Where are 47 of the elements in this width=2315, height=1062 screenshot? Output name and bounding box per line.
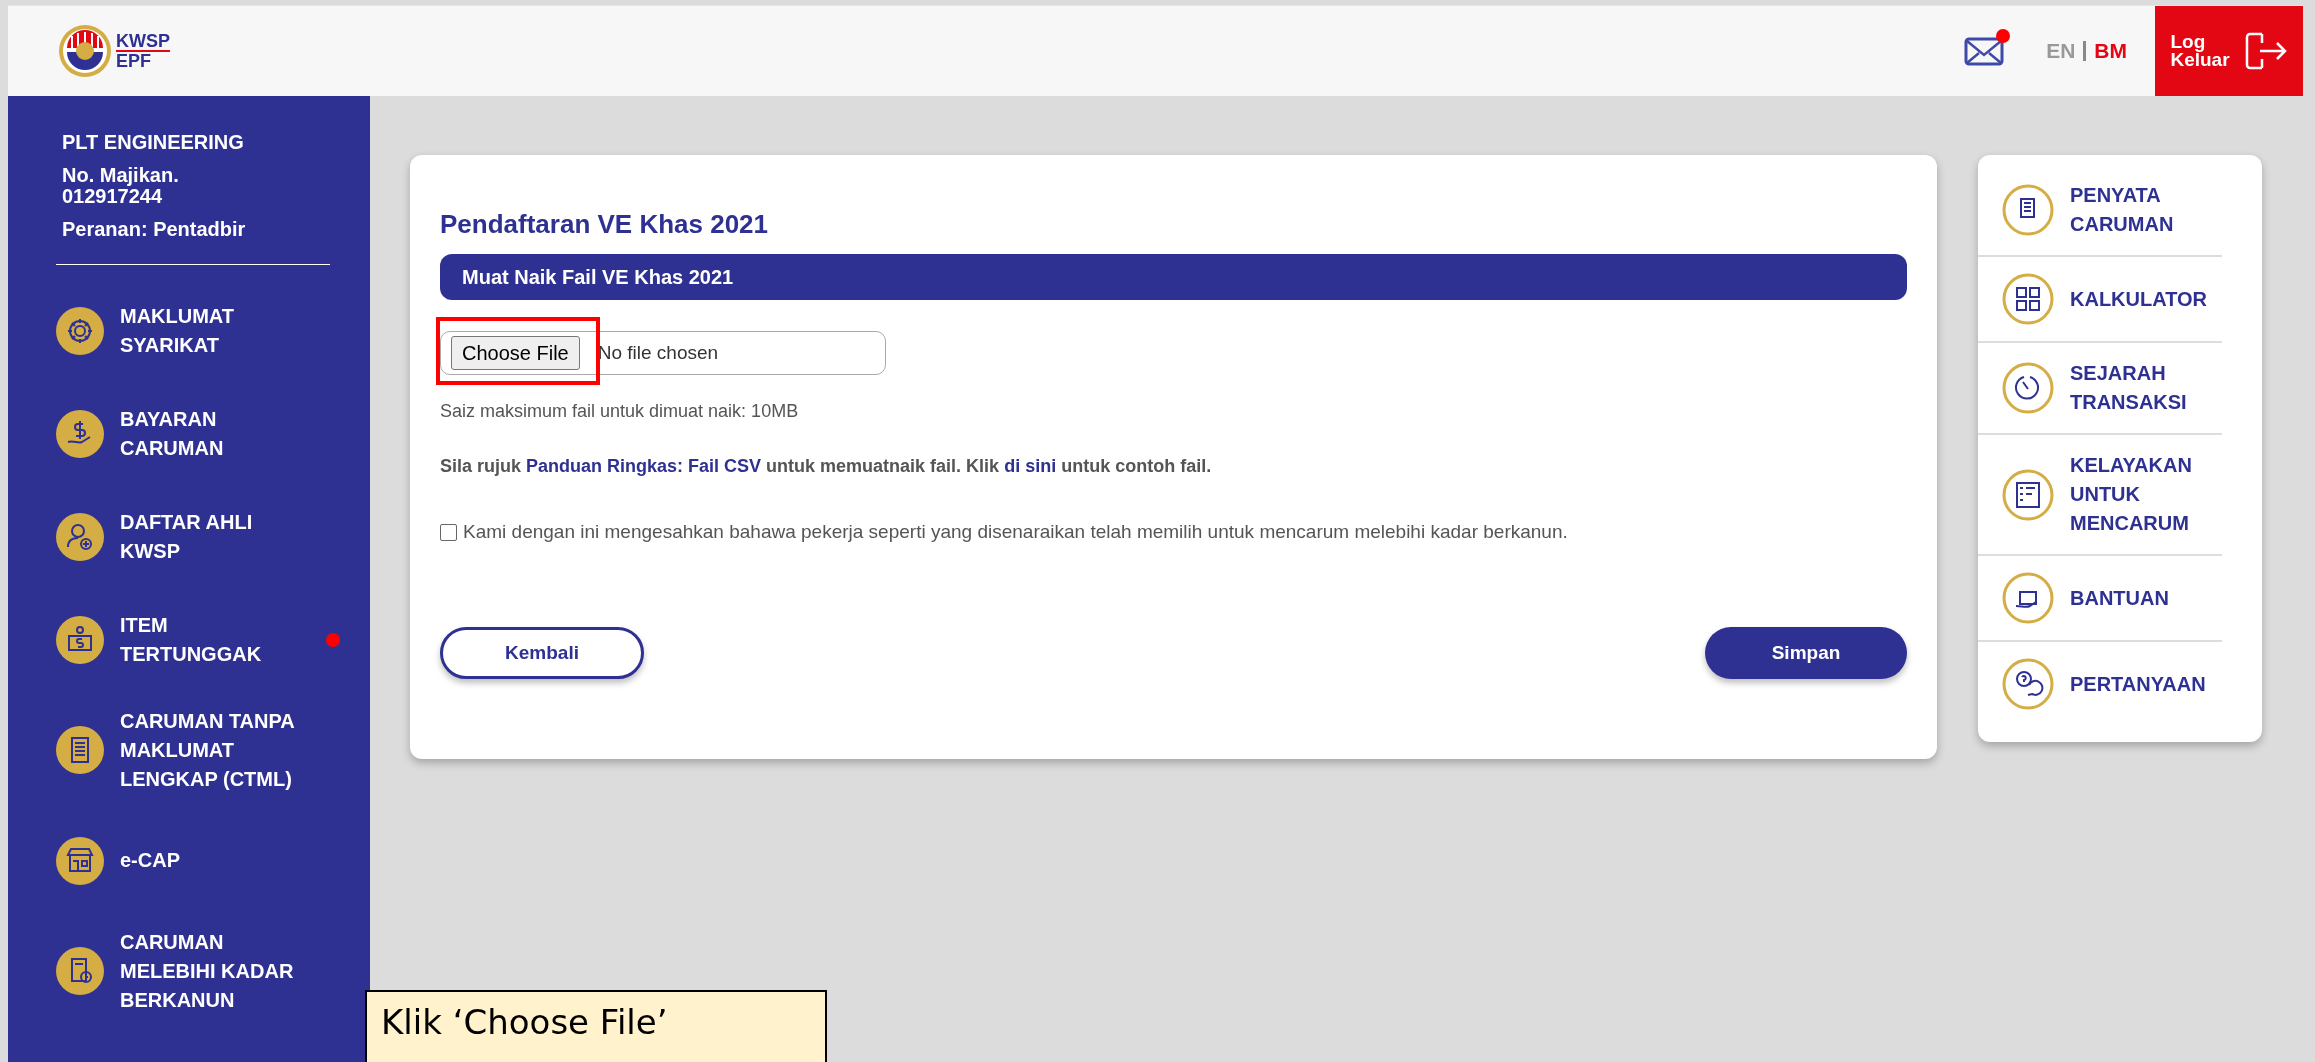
clock-doc-icon (56, 947, 104, 995)
sidebar-item[interactable]: ITEM TERTUNGGAK (8, 588, 370, 691)
quick-link[interactable]: BANTUAN (1978, 556, 2222, 642)
bag-icon (56, 615, 104, 664)
logo-text: KWSP (116, 32, 170, 52)
sidebar-item[interactable]: e-CAP (8, 809, 370, 912)
gear-icon (56, 306, 104, 355)
user-add-icon (56, 512, 104, 561)
calculator-icon (2002, 273, 2054, 325)
document-icon (56, 726, 104, 774)
guide-link[interactable]: Panduan Ringkas: Fail CSV (526, 456, 762, 476)
employer-number: No. Majikan. 012917244 (62, 165, 180, 207)
logout-button[interactable]: Log Keluar (2155, 6, 2303, 96)
shop-icon (56, 836, 104, 885)
payment-icon (56, 409, 104, 458)
save-button[interactable]: Simpan (1705, 627, 1907, 679)
confirm-label: Kami dengan ini mengesahkan bahawa pekerja seperti yang disenaraikan telah memilih untuk mencarum melebihi kadar berkanun. (463, 521, 1568, 543)
section-header: Muat Naik Fail VE Khas 2021 (440, 254, 1907, 300)
guide-link[interactable]: di sini (1004, 456, 1057, 476)
question-icon (2002, 658, 2054, 710)
instruction-callout: Klik ‘Choose File’ (365, 990, 827, 1062)
quick-link[interactable]: KELAYAKAN UNTUK MENCARUM (1978, 435, 2222, 556)
mail-icon[interactable] (1964, 35, 2007, 67)
back-button[interactable]: Kembali (440, 627, 644, 679)
company-name: PLT ENGINEERING (62, 132, 245, 153)
guide-text: Sila rujuk Panduan Ringkas: Fail CSV untuk memuatnaik fail. Klik di sini untuk contoh fail. (440, 456, 1213, 477)
choose-file-button[interactable]: Choose File (451, 336, 580, 370)
checklist-icon (2002, 468, 2054, 521)
quick-link[interactable]: PENYATA CARUMAN (1978, 165, 2222, 257)
help-icon (2002, 572, 2054, 624)
statement-icon (2002, 184, 2054, 236)
page-title: Pendaftaran VE Khas 2021 (440, 209, 770, 240)
sidebar-item[interactable]: DAFTAR AHLI KWSP (8, 485, 370, 588)
user-role: Peranan: Pentadbir (62, 219, 247, 240)
confirm-checkbox[interactable] (440, 523, 457, 541)
sidebar-item[interactable]: CARUMAN TANPA MAKLUMAT LENGKAP (CTML) (8, 691, 370, 809)
quick-link[interactable]: SEJARAH TRANSAKSI (1978, 343, 2222, 435)
logout-icon (2243, 31, 2288, 71)
quick-link[interactable]: PERTANYAAN (1978, 642, 2222, 726)
sidebar-item[interactable]: MAKLUMAT SYARIKAT (8, 279, 370, 382)
logo-emblem-icon (58, 24, 112, 78)
sidebar-item[interactable]: BAYARAN CARUMAN (8, 382, 370, 485)
quick-link[interactable]: KALKULATOR (1978, 257, 2222, 343)
logo-text: EPF (116, 52, 152, 70)
history-icon (2002, 362, 2054, 414)
size-note: Saiz maksimum fail untuk dimuat naik: 10MB (440, 401, 800, 422)
language-link[interactable]: BM (2094, 39, 2127, 63)
